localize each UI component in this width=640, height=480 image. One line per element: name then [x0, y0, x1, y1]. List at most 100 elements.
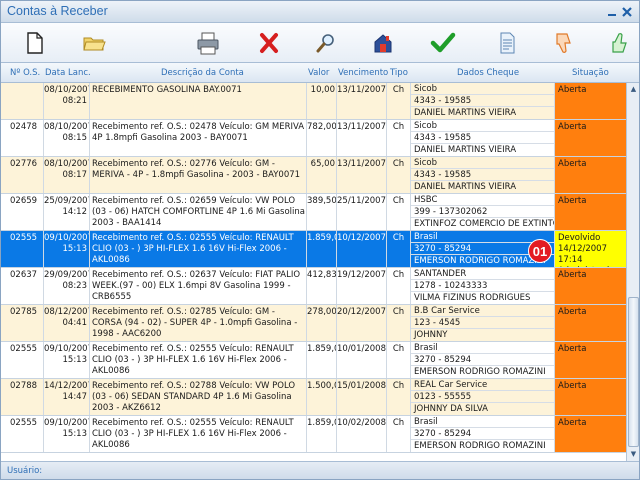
check-bank: REAL Car Service [411, 379, 554, 391]
amount: 1.859,03 [306, 231, 336, 267]
status-detail: 14/12/2007 17:14 [558, 244, 607, 265]
table-row[interactable]: 02478 08/10/2007 08:15 Recebimento ref. O.S… [1, 120, 626, 157]
check-account: 4343 - 19585 [411, 132, 554, 144]
launch-date-time: 15:13 [62, 355, 88, 365]
check-account: 4343 - 19585 [411, 95, 554, 107]
check-data: Sicob 4343 - 19585 DANIEL MARTINS VIEIRA [410, 83, 554, 119]
check-holder: DANIEL MARTINS VIEIRA [414, 145, 517, 155]
launch-date-day: 08/10/2007 [44, 159, 89, 169]
table-row[interactable]: 02776 08/10/2007 08:17 Recebimento ref. O.S… [1, 157, 626, 194]
launch-date-time: 04:41 [62, 318, 88, 328]
status-cell: Aberta [554, 379, 626, 415]
payment-type: Ch [386, 83, 410, 119]
check-holder: JOHNNY [414, 330, 448, 340]
thumbs-up-button[interactable] [604, 28, 634, 58]
tools-button[interactable] [368, 28, 398, 58]
window-title: Contas à Receber [7, 4, 108, 18]
os-number: 02659 [10, 196, 38, 206]
launch-date-time: 08:15 [62, 133, 88, 143]
due-date: 10/01/2008 [336, 342, 386, 378]
launch-date: 08/10/2007 08:15 [43, 120, 89, 156]
amount: 1.500,00 [306, 379, 336, 415]
check-holder: DANIEL MARTINS VIEIRA [414, 182, 517, 192]
col-valor[interactable]: Valor [308, 68, 329, 78]
scroll-down-icon[interactable]: ▼ [628, 449, 639, 460]
col-tipo[interactable]: Tipo [390, 68, 408, 78]
col-dados-cheque[interactable]: Dados Cheque [457, 68, 519, 78]
col-vencimento[interactable]: Vencimento [338, 68, 388, 78]
check-bank: Brasil [411, 342, 554, 354]
check-holder: DANIEL MARTINS VIEIRA [414, 108, 517, 118]
launch-date: 29/09/2007 08:23 [43, 268, 89, 304]
minimize-icon[interactable] [606, 6, 618, 18]
check-holder: JOHNNY DA SILVA [414, 404, 488, 414]
launch-date-day: 09/10/2007 [44, 344, 89, 354]
check-bank: SANTANDER [411, 268, 554, 280]
check-holder: EXTINFOZ COMERCIO DE EXTINTO... [414, 219, 554, 229]
thumbs-down-icon [556, 33, 571, 53]
user-label: Usuário: [7, 466, 43, 476]
table-row[interactable]: 02555 09/10/2007 15:13 Recebimento ref. O.S… [1, 342, 626, 379]
table-row[interactable]: 02555 09/10/2007 15:13 Recebimento ref. O.S… [1, 416, 626, 453]
col-descricao[interactable]: Descrição da Conta [161, 68, 244, 78]
vertical-scrollbar[interactable]: ▲ ▼ [626, 83, 639, 461]
check-account: 123 - 4545 [411, 317, 554, 329]
scroll-thumb[interactable] [628, 297, 639, 447]
os-number: 02555 [10, 233, 38, 243]
payment-type: Ch [386, 268, 410, 304]
open-folder-button[interactable] [79, 28, 109, 58]
table-row[interactable]: 02788 14/12/2007 14:47 Recebimento ref. O.S… [1, 379, 626, 416]
amount: 1.859,03 [306, 416, 336, 452]
due-date: 13/11/2007 [336, 157, 386, 193]
launch-date: 14/12/2007 14:47 [43, 379, 89, 415]
check-bank: Brasil [411, 416, 554, 428]
due-date: 10/12/2007 [336, 231, 386, 267]
magnifier-icon [316, 34, 334, 53]
close-icon[interactable] [621, 6, 633, 18]
payment-type: Ch [386, 305, 410, 341]
due-date: 25/11/2007 [336, 194, 386, 230]
col-situacao[interactable]: Situação [572, 68, 609, 78]
thumbs-down-button[interactable] [548, 28, 578, 58]
check-account: 4343 - 19585 [411, 169, 554, 181]
document-icon [500, 32, 515, 54]
check-bank: B.B Car Service [411, 305, 554, 317]
report-button[interactable] [492, 28, 522, 58]
status-text: Aberta [558, 159, 587, 169]
green-check-icon [430, 32, 456, 53]
status-text: Aberta [558, 85, 587, 95]
confirm-button[interactable] [428, 28, 458, 58]
red-x-icon [260, 33, 278, 53]
payment-type: Ch [386, 416, 410, 452]
status-cell: Aberta [554, 83, 626, 119]
table-row[interactable]: 02637 29/09/2007 08:23 Recebimento ref. O.S… [1, 268, 626, 305]
table-row[interactable]: 08/10/2007 08:21 RECEBIMENTO GASOLINA BAY.… [1, 83, 626, 120]
check-bank: Sicob [411, 120, 554, 132]
scroll-up-icon[interactable]: ▲ [628, 84, 639, 95]
toolbar [1, 23, 639, 63]
new-document-button[interactable] [19, 28, 49, 58]
folder-icon [83, 37, 106, 51]
account-description: Recebimento ref. O.S.: 02478 Veículo: GM… [89, 120, 306, 156]
table-row[interactable]: 02659 25/09/2007 14:12 Recebimento ref. O.S… [1, 194, 626, 231]
search-button[interactable] [311, 28, 341, 58]
launch-date-day: 08/10/2007 [44, 122, 89, 132]
check-data: B.B Car Service 123 - 4545 JOHNNY [410, 305, 554, 341]
thumbs-up-icon [612, 33, 627, 53]
launch-date-time: 08:17 [62, 170, 88, 180]
col-os[interactable]: Nº O.S. [10, 68, 40, 78]
check-data: HSBC 399 - 137302062 EXTINFOZ COMERCIO DE … [410, 194, 554, 230]
amount: 278,00 [306, 305, 336, 341]
col-data-lanc[interactable]: Data Lanc. [45, 68, 91, 78]
check-data: Sicob 4343 - 19585 DANIEL MARTINS VIEIRA [410, 157, 554, 193]
os-number: 02555 [10, 344, 38, 354]
table-row[interactable]: 02785 08/12/2007 04:41 Recebimento ref. O.S… [1, 305, 626, 342]
title-bar[interactable]: Contas à Receber [1, 1, 639, 23]
account-description: Recebimento ref. O.S.: 02555 Veículo: RE… [89, 342, 306, 378]
print-button[interactable] [193, 28, 223, 58]
record-badge: 01 [528, 239, 552, 263]
delete-button[interactable] [254, 28, 284, 58]
launch-date: 08/10/2007 08:21 [43, 83, 89, 119]
toolbox-icon [374, 34, 392, 53]
amount: 10,00 [306, 83, 336, 119]
